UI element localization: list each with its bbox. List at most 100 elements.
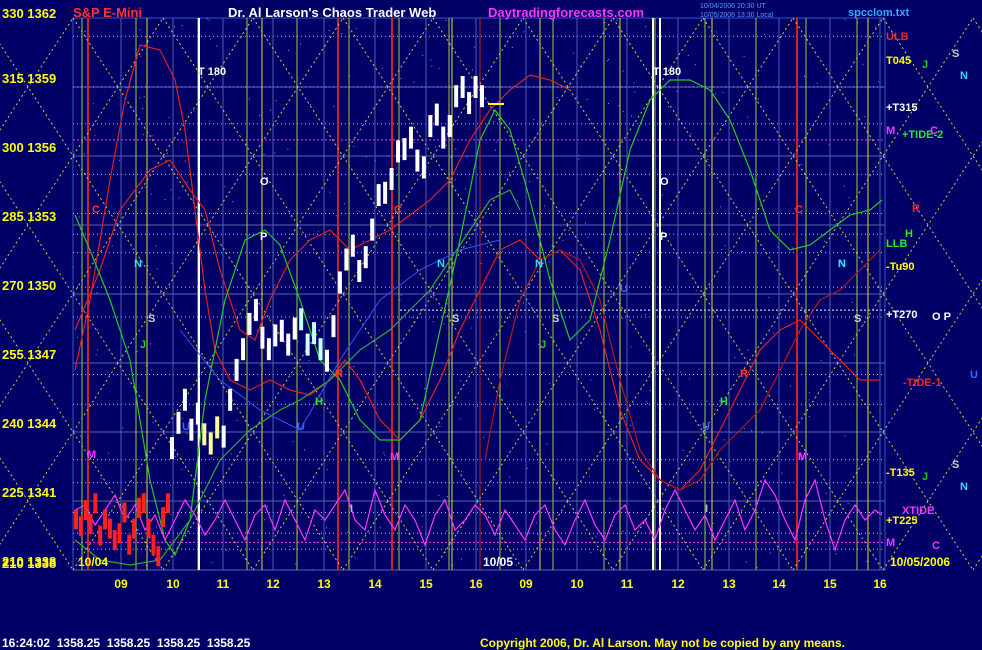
- price-bar-red: [103, 509, 108, 530]
- star-dot: [594, 409, 596, 411]
- star-dot: [411, 317, 413, 319]
- price-bar-white: [480, 85, 484, 108]
- star-dot: [606, 60, 608, 62]
- star-dot: [308, 359, 310, 361]
- star-dot: [150, 193, 152, 195]
- star-dot: [763, 508, 765, 510]
- star-dot: [315, 541, 317, 543]
- star-dot: [820, 359, 822, 361]
- price-bar-red: [156, 546, 161, 567]
- star-dot: [469, 244, 471, 246]
- star-dot: [864, 116, 866, 118]
- right-label-24: C: [932, 540, 940, 552]
- star-dot: [400, 294, 402, 296]
- axis-label-hour: 12: [266, 577, 280, 591]
- date-label-end: 10/05/2006: [890, 555, 950, 569]
- star-dot: [843, 185, 845, 187]
- star-dot: [465, 188, 467, 190]
- star-dot: [259, 364, 261, 366]
- star-dot: [825, 492, 827, 494]
- price-bar-red: [88, 514, 93, 534]
- star-dot: [509, 476, 511, 478]
- star-dot: [764, 34, 766, 35]
- star-dot: [480, 263, 482, 265]
- star-dot: [383, 540, 385, 542]
- star-dot: [339, 299, 341, 301]
- quote-open: 1358.25: [56, 636, 101, 650]
- star-dot: [445, 20, 447, 21]
- star-dot: [568, 230, 570, 232]
- chart-label-28: M: [390, 451, 399, 463]
- star-dot: [477, 405, 479, 407]
- star-dot: [92, 103, 94, 105]
- chart-label-30: M: [798, 451, 807, 463]
- star-dot: [399, 299, 401, 301]
- star-dot: [438, 494, 440, 496]
- star-dot: [792, 247, 794, 249]
- star-dot: [671, 289, 672, 291]
- chart-label-18: R: [335, 368, 343, 380]
- star-dot: [515, 287, 517, 289]
- chart-label-5: P: [660, 231, 667, 243]
- star-dot: [166, 152, 168, 154]
- price-bar-white: [357, 260, 362, 282]
- site-name: Daytradingforecasts.com: [488, 5, 644, 20]
- price-bar-white: [396, 140, 401, 163]
- star-dot: [297, 341, 299, 343]
- star-dot: [230, 453, 232, 455]
- price-bar-white: [260, 326, 265, 349]
- star-dot: [693, 211, 694, 213]
- star-dot: [443, 323, 445, 325]
- star-dot: [326, 527, 327, 529]
- star-dot: [247, 235, 249, 237]
- star-dot: [609, 498, 611, 499]
- star-dot: [287, 49, 289, 51]
- star-dot: [515, 564, 517, 566]
- star-dot: [155, 245, 157, 247]
- star-dot: [290, 216, 292, 218]
- star-dot: [501, 250, 503, 252]
- axis-label-price: 285 1353: [2, 209, 56, 224]
- star-dot: [343, 203, 345, 205]
- chart-label-14: S: [148, 313, 155, 325]
- star-dot: [421, 404, 423, 406]
- star-dot: [723, 439, 725, 441]
- star-dot: [235, 309, 237, 311]
- date-label-mid: 10/05: [483, 555, 513, 569]
- star-dot: [618, 105, 620, 107]
- chart-label-13: N: [838, 258, 846, 270]
- star-dot: [160, 292, 161, 293]
- star-dot: [768, 296, 770, 298]
- price-bar-red: [161, 507, 166, 528]
- star-dot: [459, 418, 461, 420]
- star-dot: [310, 104, 311, 106]
- chart-label-20: R: [740, 368, 748, 380]
- axis-label-price: 270 1350: [2, 278, 56, 293]
- price-bar-white: [460, 76, 465, 98]
- star-dot: [790, 385, 791, 387]
- star-dot: [494, 149, 496, 151]
- star-dot: [533, 119, 534, 121]
- star-dot: [95, 354, 97, 356]
- star-dot: [142, 108, 144, 109]
- right-label-18: J: [922, 471, 928, 483]
- star-dot: [630, 346, 632, 348]
- star-dot: [828, 144, 830, 146]
- price-bar-white: [208, 432, 213, 455]
- star-dot: [454, 179, 456, 181]
- star-dot: [690, 133, 692, 135]
- price-bar-white: [402, 138, 407, 161]
- star-dot: [487, 246, 488, 248]
- chart-label-3: O: [660, 176, 669, 188]
- price-bar-red: [141, 493, 146, 514]
- price-bar-white: [337, 271, 342, 294]
- star-dot: [862, 324, 864, 326]
- chart-label-4: P: [260, 231, 267, 243]
- star-dot: [714, 408, 716, 410]
- chart-label-0: T 180: [198, 66, 226, 78]
- star-dot: [249, 98, 250, 100]
- star-dot: [383, 452, 385, 454]
- star-dot: [454, 538, 456, 540]
- chart-label-33: I: [350, 503, 353, 515]
- star-dot: [493, 121, 495, 123]
